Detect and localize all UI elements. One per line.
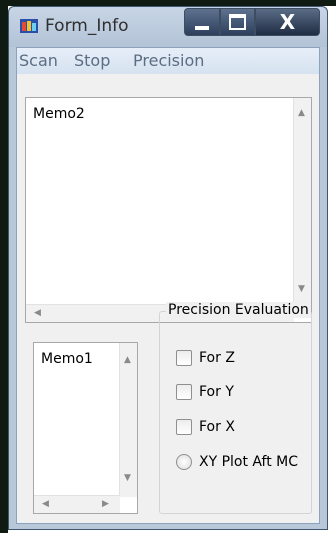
scroll-down-icon[interactable]: ▼	[298, 284, 305, 294]
close-button[interactable]: X	[255, 8, 320, 36]
scroll-left-icon[interactable]: ◀	[42, 499, 49, 509]
scroll-up-icon[interactable]: ▲	[124, 355, 131, 365]
checkbox-for-y[interactable]: For Y	[176, 384, 234, 400]
minimize-button[interactable]	[184, 8, 220, 36]
memo2-textarea[interactable]: Memo2 ▲ ▼ ◀ ▶	[25, 97, 312, 323]
memo1-textarea[interactable]: Memo1 ▲ ▼ ◀ ▶	[33, 342, 138, 514]
memo1-horizontal-scrollbar[interactable]: ◀ ▶	[34, 495, 120, 513]
memo2-vertical-scrollbar[interactable]: ▲ ▼	[293, 98, 311, 306]
checkbox-icon[interactable]	[176, 419, 192, 435]
title-bar[interactable]: Form_Info X	[9, 7, 327, 47]
checkbox-label: For Y	[199, 384, 234, 400]
memo2-text: Memo2	[33, 106, 85, 122]
precision-evaluation-group: Precision Evaluation For Z For Y For X X…	[159, 302, 312, 514]
group-caption: Precision Evaluation	[166, 302, 311, 318]
radio-xy-plot-aft-mc[interactable]: XY Plot Aft MC	[176, 454, 298, 470]
checkbox-for-x[interactable]: For X	[176, 419, 235, 435]
scroll-right-icon[interactable]: ▶	[102, 499, 109, 509]
form-info-window: Form_Info X Scan Stop Precision Memo2 ▲ …	[8, 6, 328, 530]
background-strip	[0, 0, 8, 533]
radio-icon[interactable]	[176, 454, 192, 470]
scroll-up-icon[interactable]: ▲	[298, 108, 305, 118]
radio-label: XY Plot Aft MC	[199, 454, 298, 470]
checkbox-icon[interactable]	[176, 384, 192, 400]
menu-stop[interactable]: Stop	[74, 51, 110, 70]
client-area: Scan Stop Precision Memo2 ▲ ▼ ◀ ▶ Memo1 …	[16, 47, 320, 524]
memo1-vertical-scrollbar[interactable]: ▲ ▼	[119, 343, 137, 497]
menu-scan[interactable]: Scan	[19, 51, 58, 70]
scroll-left-icon[interactable]: ◀	[34, 308, 41, 318]
app-icon	[20, 19, 38, 33]
maximize-icon	[229, 14, 246, 30]
memo1-text: Memo1	[41, 351, 93, 367]
checkbox-label: For Z	[199, 350, 235, 366]
maximize-button[interactable]	[220, 8, 255, 36]
minimize-icon	[195, 26, 209, 30]
menu-precision[interactable]: Precision	[133, 51, 204, 70]
menu-bar: Scan Stop Precision	[17, 48, 319, 74]
scroll-down-icon[interactable]: ▼	[124, 473, 131, 483]
close-icon: X	[279, 10, 296, 34]
window-title: Form_Info	[45, 16, 129, 36]
checkbox-for-z[interactable]: For Z	[176, 350, 235, 366]
checkbox-icon[interactable]	[176, 350, 192, 366]
checkbox-label: For X	[199, 419, 235, 435]
